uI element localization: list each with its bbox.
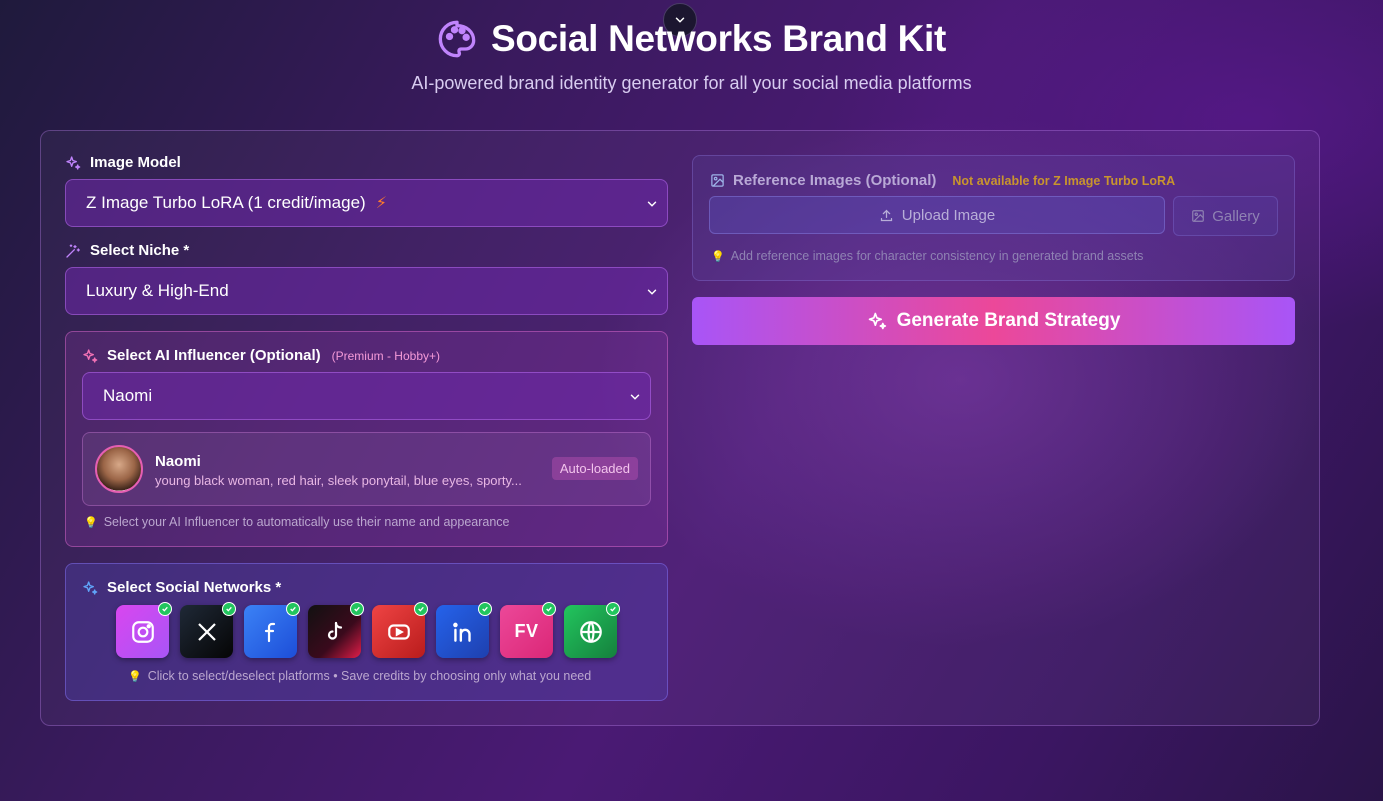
reference-label-row: Reference Images (Optional) Not availabl… — [710, 172, 1175, 189]
page-header: Social Networks Brand Kit AI-powered bra… — [0, 14, 1383, 94]
social-platform-list: FV — [116, 602, 620, 658]
check-icon — [350, 602, 364, 616]
not-available-note: Not available for Z Image Turbo LoRA — [952, 173, 1176, 188]
reference-hint: 💡 Add reference images for character con… — [711, 249, 1143, 263]
platform-instagram[interactable] — [116, 602, 172, 658]
premium-tag: (Premium - Hobby+) — [331, 348, 440, 363]
influencer-preview-card: Naomi young black woman, red hair, sleek… — [82, 432, 651, 506]
avatar — [95, 445, 143, 493]
linkedin-icon — [452, 622, 471, 642]
influencer-hint: 💡 Select your AI Influencer to automatic… — [84, 515, 510, 529]
social-label: Select Social Networks * — [107, 579, 282, 596]
sparkles-icon — [83, 348, 98, 363]
image-model-value: Z Image Turbo LoRA (1 credit/image) — [86, 193, 366, 212]
chevron-down-icon — [647, 289, 657, 295]
chevron-down-icon — [630, 394, 640, 400]
niche-label-row: Select Niche * — [65, 242, 189, 259]
social-hint-text: Click to select/deselect platforms • Sav… — [147, 669, 592, 683]
youtube-icon — [387, 623, 410, 640]
reference-label: Reference Images (Optional) — [733, 172, 937, 189]
influencer-label: Select AI Influencer (Optional) — [107, 347, 321, 364]
influencer-value: Naomi — [103, 386, 153, 405]
check-icon — [414, 602, 428, 616]
check-icon — [606, 602, 620, 616]
globe-icon — [579, 620, 602, 643]
page-title: Social Networks Brand Kit — [490, 18, 947, 59]
influencer-select[interactable]: Naomi — [82, 372, 651, 420]
sparkles-icon — [83, 580, 98, 595]
platform-facebook[interactable] — [244, 602, 300, 658]
niche-value: Luxury & High-End — [86, 281, 229, 300]
check-icon — [478, 602, 492, 616]
niche-select[interactable]: Luxury & High-End — [65, 267, 668, 315]
lightbulb-icon: 💡 — [711, 250, 725, 263]
magic-wand-icon — [66, 243, 80, 258]
lightbulb-icon: 💡 — [84, 516, 98, 529]
reference-hint-text: Add reference images for character consi… — [730, 249, 1144, 263]
platform-x[interactable] — [180, 602, 236, 658]
lightning-icon: ⚡ — [375, 195, 387, 212]
image-model-label-row: Image Model — [65, 154, 181, 171]
social-label-row: Select Social Networks * — [82, 579, 281, 596]
gallery-label: Gallery — [1212, 207, 1260, 225]
check-icon — [222, 602, 236, 616]
check-icon — [158, 602, 172, 616]
platform-linkedin[interactable] — [436, 602, 492, 658]
influencer-label-row: Select AI Influencer (Optional) (Premium… — [82, 347, 440, 364]
sparkles-icon — [868, 312, 886, 330]
check-icon — [542, 602, 556, 616]
tiktok-icon — [327, 621, 342, 640]
upload-image-button[interactable]: Upload Image — [709, 196, 1165, 234]
influencer-name: Naomi — [155, 453, 201, 470]
image-icon — [1192, 210, 1205, 222]
sparkles-icon — [66, 155, 81, 170]
generate-brand-strategy-button[interactable]: Generate Brand Strategy — [692, 297, 1295, 345]
image-icon — [711, 174, 724, 187]
upload-label: Upload Image — [901, 206, 996, 224]
status-badge: Auto-loaded — [551, 457, 638, 480]
social-hint: 💡 Click to select/deselect platforms • S… — [128, 669, 591, 683]
generate-label: Generate Brand Strategy — [896, 310, 1121, 331]
image-model-select[interactable]: Z Image Turbo LoRA (1 credit/image) ⚡ — [65, 179, 668, 227]
lightbulb-icon: 💡 — [128, 670, 142, 683]
platform-website[interactable] — [564, 602, 620, 658]
palette-icon — [438, 20, 476, 58]
influencer-hint-text: Select your AI Influencer to automatical… — [103, 515, 510, 529]
x-icon — [197, 622, 216, 641]
platform-tiktok[interactable] — [308, 602, 364, 658]
facebook-icon — [264, 622, 275, 642]
instagram-icon — [131, 620, 154, 643]
image-model-label: Image Model — [90, 154, 181, 171]
upload-icon — [880, 209, 892, 221]
gallery-button[interactable]: Gallery — [1173, 196, 1278, 236]
influencer-description: young black woman, red hair, sleek ponyt… — [155, 473, 522, 488]
niche-label: Select Niche * — [90, 242, 190, 259]
fv-icon: FV — [514, 621, 539, 641]
page-subtitle: AI-powered brand identity generator for … — [411, 73, 972, 93]
check-icon — [286, 602, 300, 616]
platform-youtube[interactable] — [372, 602, 428, 658]
platform-fv[interactable]: FV — [500, 602, 556, 658]
chevron-down-icon — [647, 201, 657, 207]
